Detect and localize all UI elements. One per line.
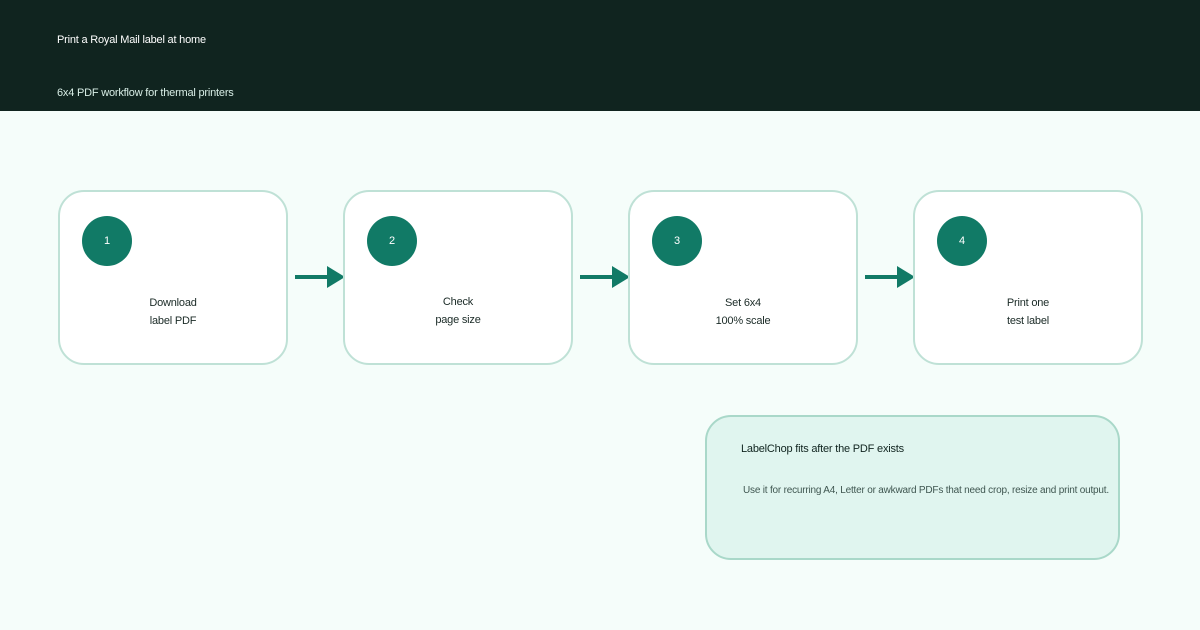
step-label-line1: Check	[442, 296, 474, 308]
step-label: Check page size	[345, 293, 571, 329]
step-label-line2: page size	[435, 314, 481, 326]
step-label: Download label PDF	[60, 294, 286, 330]
step-number-badge: 4	[937, 216, 987, 266]
step-label-line2: test label	[1006, 315, 1050, 327]
step-card-1: 1 Download label PDF	[58, 190, 288, 365]
header-banner: Print a Royal Mail label at home 6x4 PDF…	[0, 0, 1200, 111]
step-card-3: 3 Set 6x4 100% scale	[628, 190, 858, 365]
callout-body: Use it for recurring A4, Letter or awkwa…	[743, 485, 1109, 496]
page-subtitle: 6x4 PDF workflow for thermal printers	[57, 87, 234, 99]
arrow-right-icon	[580, 266, 630, 288]
step-label-line2: label PDF	[149, 315, 197, 327]
step-label: Set 6x4 100% scale	[630, 294, 856, 330]
step-card-2: 2 Check page size	[343, 190, 573, 365]
callout-title: LabelChop fits after the PDF exists	[741, 443, 904, 455]
step-card-4: 4 Print one test label	[913, 190, 1143, 365]
info-callout: LabelChop fits after the PDF exists Use …	[705, 415, 1120, 560]
step-number-badge: 2	[367, 216, 417, 266]
step-label-line1: Download	[149, 297, 197, 309]
step-number-badge: 3	[652, 216, 702, 266]
step-label-line1: Print one	[1006, 297, 1050, 309]
step-label: Print one test label	[915, 294, 1141, 330]
step-number-badge: 1	[82, 216, 132, 266]
step-label-line1: Set 6x4	[725, 297, 761, 309]
arrow-right-icon	[865, 266, 915, 288]
page-title: Print a Royal Mail label at home	[57, 34, 206, 46]
arrow-right-icon	[295, 266, 345, 288]
step-label-line2: 100% scale	[715, 315, 771, 327]
